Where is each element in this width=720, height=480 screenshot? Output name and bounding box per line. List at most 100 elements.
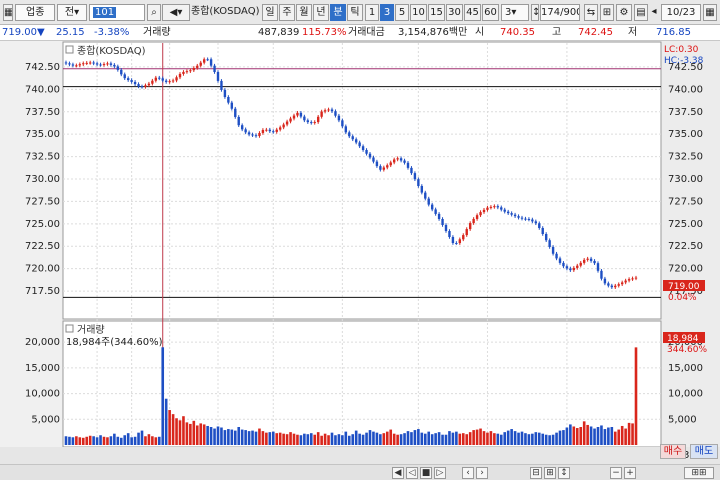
chart-area[interactable]: 742.50 742.50740.00 740.00737.50 737.50735.… xyxy=(0,41,720,464)
volume-bar xyxy=(565,427,569,445)
candle-body xyxy=(202,59,206,63)
period-minute[interactable]: 분 xyxy=(330,4,346,21)
volume-bar xyxy=(209,427,213,445)
prev-icon[interactable]: ◁ xyxy=(406,467,418,479)
interval-5[interactable]: 5 xyxy=(395,4,409,21)
period-year[interactable]: 년 xyxy=(313,4,329,21)
price-panel-toggle-icon[interactable] xyxy=(65,45,74,54)
volume-bar xyxy=(354,430,358,445)
date-input[interactable]: 10/23 xyxy=(661,4,701,21)
search-icon[interactable]: ⌕ xyxy=(147,4,161,21)
volume-panel-toggle-icon[interactable] xyxy=(65,324,74,333)
market-select[interactable]: 업종 xyxy=(15,4,55,21)
candle-body xyxy=(468,223,472,230)
candle-body xyxy=(144,85,147,87)
volume-bar xyxy=(441,434,444,445)
volume-bar xyxy=(123,435,127,445)
volume-bar xyxy=(78,437,82,445)
scroll-right-icon[interactable]: › xyxy=(476,467,488,479)
volume-bar xyxy=(624,428,627,445)
chart-menu-icon[interactable]: ⊞⊞ xyxy=(684,467,714,479)
volume-bar xyxy=(151,436,154,445)
interval-30[interactable]: 30 xyxy=(446,4,463,21)
candle-body xyxy=(116,66,120,70)
volume-bar xyxy=(189,423,192,445)
interval-3[interactable]: 3 xyxy=(380,4,394,21)
layout-icon[interactable]: ▦ xyxy=(3,4,13,21)
candle-body xyxy=(607,283,610,286)
refresh-icon[interactable]: ⚙ xyxy=(616,4,632,21)
count-spin-icon[interactable]: ↕ xyxy=(531,4,539,21)
interval-10[interactable]: 10 xyxy=(410,4,427,21)
candle-body xyxy=(472,218,475,224)
market-select-value: 업종 xyxy=(26,7,45,18)
sound-icon[interactable]: ◀▾ xyxy=(162,4,190,21)
candle-body xyxy=(285,121,289,125)
candle-body xyxy=(320,111,323,117)
settings-icon[interactable]: ⇆ xyxy=(584,4,598,21)
volume-bar xyxy=(240,429,244,445)
candle-body xyxy=(189,70,192,72)
calendar-picker-icon[interactable]: ▦ xyxy=(703,4,717,21)
candle-body xyxy=(354,139,358,143)
price-change: 25.15 xyxy=(56,27,85,38)
zoom-icon[interactable]: ⊟ xyxy=(530,467,542,479)
volume-bar xyxy=(613,431,617,445)
nav-left-icon[interactable]: ◂ xyxy=(650,4,658,21)
candle-body xyxy=(106,63,109,65)
scroll-left-icon[interactable]: ‹ xyxy=(462,467,474,479)
code-input[interactable]: 101 xyxy=(89,4,145,21)
volume-bar xyxy=(199,423,203,445)
market-type-select[interactable]: 전▾ xyxy=(57,4,87,21)
volume-bar xyxy=(133,436,137,445)
volume-bar xyxy=(88,435,92,445)
last-volume-pct: 344.60% xyxy=(667,345,707,355)
volume-bar xyxy=(289,432,292,445)
hc-label: HC:-3.38 xyxy=(664,56,704,66)
volume-bar xyxy=(299,435,303,445)
candle-body xyxy=(424,192,427,199)
volume-bar xyxy=(178,420,182,445)
volume-bar xyxy=(175,418,178,445)
candle-body xyxy=(534,221,538,224)
interval-select[interactable]: 3▾ xyxy=(501,4,529,21)
next-icon[interactable]: ▷ xyxy=(434,467,446,479)
interval-45[interactable]: 45 xyxy=(464,4,481,21)
volume-bar xyxy=(620,425,624,445)
volume-bar xyxy=(444,434,448,445)
volume-label: 거래량 xyxy=(143,27,171,38)
volume-bar xyxy=(206,425,209,445)
candle-body xyxy=(569,268,572,271)
candle-body xyxy=(551,246,555,254)
period-day[interactable]: 일 xyxy=(262,4,278,21)
volume-bar xyxy=(430,434,434,445)
expand-icon[interactable]: ↕ xyxy=(558,467,570,479)
candle-body xyxy=(620,282,624,285)
candle-body xyxy=(216,72,220,81)
candle-body xyxy=(406,162,410,168)
period-tick[interactable]: 틱 xyxy=(347,4,363,21)
navigation-bar: ◀ ◁ ■ ▷ ‹ › ⊟ ⊞ ↕ − + ⊞⊞ xyxy=(0,464,720,480)
volume-bar xyxy=(265,432,268,445)
count-input[interactable]: 174/900 xyxy=(540,4,580,21)
interval-60[interactable]: 60 xyxy=(482,4,499,21)
price-change-pct: -3.38% xyxy=(94,27,130,38)
volume-bar xyxy=(551,434,555,445)
interval-1[interactable]: 1 xyxy=(365,4,379,21)
stop-icon[interactable]: ■ xyxy=(420,467,432,479)
period-month[interactable]: 월 xyxy=(296,4,312,21)
period-week[interactable]: 주 xyxy=(279,4,295,21)
candle-body xyxy=(624,280,627,283)
buy-button[interactable]: 매수 xyxy=(660,444,686,459)
zoom-in-icon[interactable]: + xyxy=(624,467,636,479)
zoom-out-icon[interactable]: − xyxy=(610,467,622,479)
calendar-icon[interactable]: ▤ xyxy=(634,4,648,21)
fit-icon[interactable]: ⊞ xyxy=(544,467,556,479)
candle-body xyxy=(234,108,237,117)
sell-button[interactable]: 매도 xyxy=(690,444,718,459)
save-icon[interactable]: ⊞ xyxy=(600,4,614,21)
candle-body xyxy=(527,219,531,221)
interval-15[interactable]: 15 xyxy=(428,4,445,21)
first-icon[interactable]: ◀ xyxy=(392,467,404,479)
candle-body xyxy=(531,219,534,222)
